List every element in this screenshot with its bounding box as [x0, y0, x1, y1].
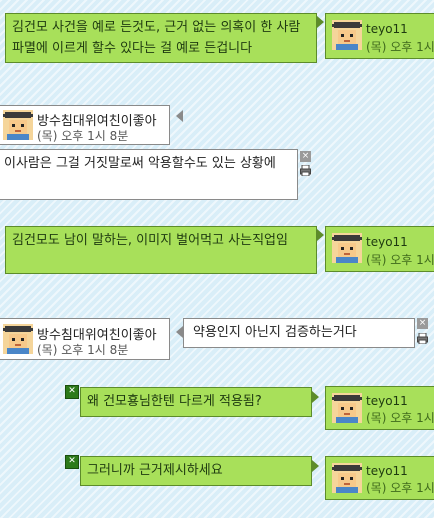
close-icon[interactable]: ×	[417, 318, 428, 329]
check-icon[interactable]: ✕	[65, 455, 79, 469]
avatar	[332, 233, 362, 263]
my-message-bubble: 김건모도 남이 말하는, 이미지 벌어먹고 사는직업임	[5, 226, 317, 274]
message-text: 약용인지 아닌지 검증하는거다	[193, 325, 357, 340]
printer-icon[interactable]	[417, 333, 428, 344]
message-text: 이사람은 그걸 거짓말로써 악용할수도 있는 상황에	[4, 156, 276, 171]
printer-icon[interactable]	[300, 165, 311, 176]
message-text: 그러니까 근거제시하세요	[87, 463, 223, 478]
their-message-bubble: 이사람은 그걸 거짓말로써 악용할수도 있는 상황에	[0, 149, 298, 200]
message-text: 왜 건모횽님한텐 다르게 적용됨?	[87, 394, 262, 409]
message-time: (목) 오후 1시 8분	[37, 343, 129, 357]
message-time: (목) 오후 1시	[366, 253, 434, 267]
sender-name: teyo11	[366, 394, 408, 408]
my-message-bubble: 왜 건모횽님한텐 다르게 적용됨?	[80, 387, 312, 417]
sender-card-teyo[interactable]: teyo11 (목) 오후 1시	[325, 386, 434, 430]
message-time: (목) 오후 1시	[366, 411, 434, 425]
sender-name: teyo11	[366, 235, 408, 249]
sender-name: teyo11	[366, 22, 408, 36]
bubble-tail	[317, 229, 324, 241]
bubble-tail	[312, 460, 319, 472]
bubble-tail	[312, 391, 319, 403]
my-message-bubble: 그러니까 근거제시하세요	[80, 456, 312, 486]
bubble-tail	[317, 16, 324, 28]
message-time: (목) 오후 1시 8분	[37, 129, 129, 143]
sender-card-teyo[interactable]: teyo11 (목) 오후 1시	[325, 226, 434, 272]
check-icon[interactable]: ✕	[65, 385, 79, 399]
sender-name: teyo11	[366, 464, 408, 478]
my-message-bubble: 김건모 사건을 예로 든것도, 근거 없는 의혹이 한 사람 파멸에 이르게 할…	[5, 13, 317, 63]
avatar	[3, 110, 33, 140]
message-time: (목) 오후 1시	[366, 481, 434, 495]
avatar	[332, 463, 362, 493]
scroll-left-arrow[interactable]	[176, 110, 183, 122]
bubble-tail	[176, 326, 183, 338]
their-message-bubble: 약용인지 아닌지 검증하는거다	[183, 318, 415, 348]
sender-card-other[interactable]: 방수침대위여친이좋아 (목) 오후 1시 8분	[0, 318, 170, 360]
sender-card-teyo[interactable]: teyo11 (목) 오후 1시	[325, 456, 434, 500]
message-time: (목) 오후 1시	[366, 40, 434, 54]
sender-card-other[interactable]: 방수침대위여친이좋아 (목) 오후 1시 8분	[0, 105, 170, 145]
avatar	[332, 20, 362, 50]
message-text: 김건모도 남이 말하는, 이미지 벌어먹고 사는직업임	[12, 233, 288, 248]
avatar	[3, 324, 33, 354]
close-icon[interactable]: ×	[300, 151, 311, 162]
avatar	[332, 393, 362, 423]
message-text: 김건모 사건을 예로 든것도, 근거 없는 의혹이 한 사람 파멸에 이르게 할…	[12, 20, 301, 56]
sender-card-teyo[interactable]: teyo11 (목) 오후 1시	[325, 13, 434, 59]
